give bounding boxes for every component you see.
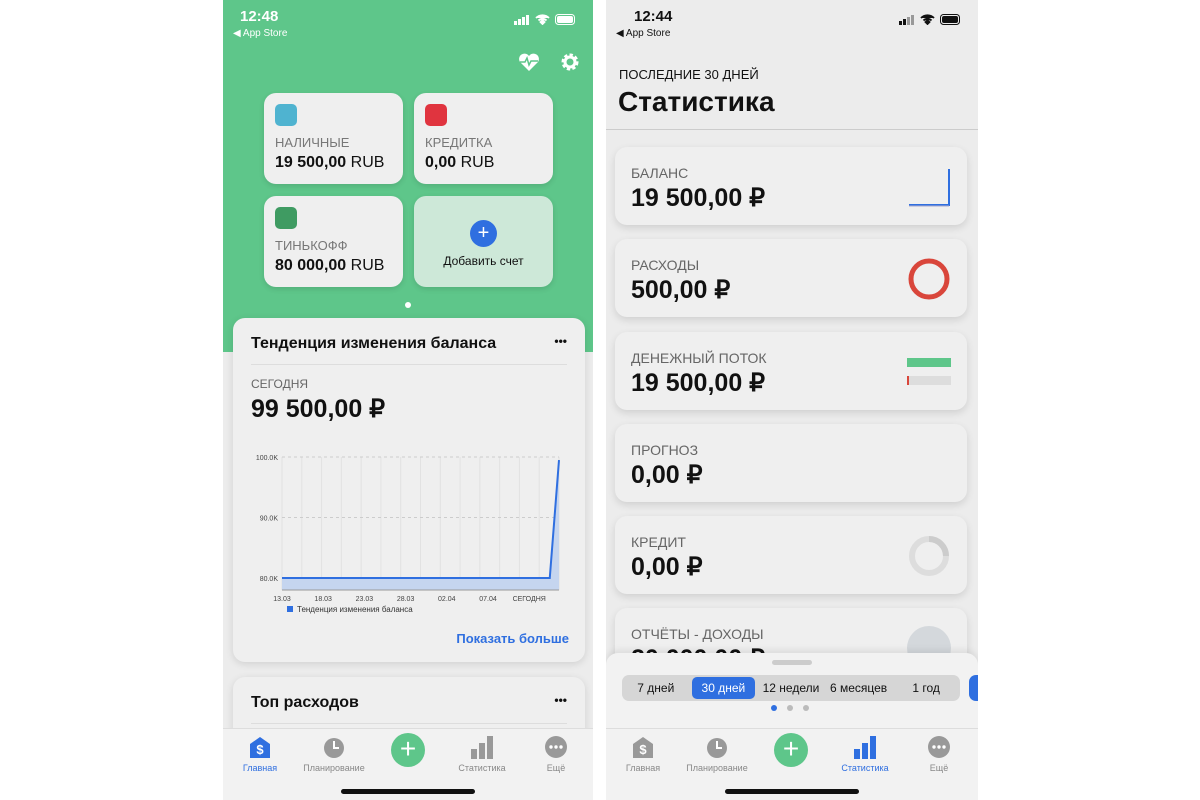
x-tick-label: 13.03 — [273, 596, 291, 603]
x-tick-label: 18.03 — [314, 596, 332, 603]
balance-trend-chart: 80.0K 90.0K 100.0K 13.03 18.03 23.03 28.03 02.0… — [256, 455, 560, 614]
account-balance: 80 000,00 RUB — [275, 257, 385, 274]
y-tick-label: 90.0K — [260, 516, 279, 523]
add-account-button[interactable]: + Добавить счет — [414, 196, 553, 287]
wallet-icon — [275, 207, 297, 229]
divider — [606, 129, 978, 130]
bar-chart-icon — [471, 736, 493, 759]
signal-icon — [899, 14, 914, 25]
home-screen: 12:48 ◀ App Store НАЛИЧНЫЕ 19 500,00 RUB… — [223, 0, 593, 800]
battery-icon — [555, 14, 575, 25]
stat-card-cashflow[interactable]: ДЕНЕЖНЫЙ ПОТОК 19 500,00 ₽ — [615, 332, 967, 410]
back-to-app-store[interactable]: ◀ App Store — [616, 28, 670, 39]
page-indicator[interactable] — [405, 302, 411, 308]
tab-planning[interactable]: Планирование — [297, 735, 371, 773]
x-tick-label: 02.04 — [438, 596, 456, 603]
y-tick-label: 80.0K — [260, 576, 279, 583]
x-tick-label: 23.03 — [356, 596, 374, 603]
more-circle-icon — [545, 736, 567, 758]
home-indicator — [725, 789, 859, 794]
status-time: 12:48 — [240, 8, 279, 25]
credit-card-icon — [425, 104, 447, 126]
status-icons — [899, 14, 962, 25]
period-sheet: 7 дней 30 дней 12 недели 6 месяцев 1 год — [606, 653, 978, 728]
balance-value: 99 500,00 ₽ — [251, 395, 386, 423]
svg-text:$: $ — [256, 742, 264, 757]
tab-statistics[interactable]: Статистика — [445, 735, 519, 773]
status-time: 12:44 — [634, 8, 673, 25]
page-dots[interactable] — [771, 705, 809, 711]
card-title: Тенденция изменения баланса — [251, 335, 497, 352]
home-dollar-icon: $ — [250, 737, 270, 758]
x-tick-label: 07.04 — [479, 596, 497, 603]
more-icon[interactable]: ••• — [554, 334, 567, 348]
add-account-label: Добавить счет — [443, 254, 524, 268]
account-name: КРЕДИТКА — [425, 135, 493, 150]
divider — [251, 723, 567, 724]
svg-text:$: $ — [639, 742, 647, 757]
stat-card-balance[interactable]: БАЛАНС 19 500,00 ₽ — [615, 147, 967, 225]
statistics-screen: 12:44 ◀ App Store ПОСЛЕДНИЕ 30 ДНЕЙ Стат… — [606, 0, 978, 800]
period-6-months[interactable]: 6 месяцев — [827, 677, 891, 699]
account-card-credit[interactable]: КРЕДИТКА 0,00 RUB — [414, 93, 553, 184]
coins-icon — [275, 104, 297, 126]
y-tick-label: 100.0K — [256, 455, 279, 462]
line-chart-icon — [909, 169, 950, 207]
back-to-app-store[interactable]: ◀ App Store — [233, 28, 287, 39]
period-label: СЕГОДНЯ — [251, 377, 309, 391]
period-subtitle: ПОСЛЕДНИЕ 30 ДНЕЙ — [619, 67, 759, 82]
clock-icon — [707, 738, 727, 758]
x-tick-label: 28.03 — [397, 596, 415, 603]
period-7-days[interactable]: 7 дней — [624, 677, 688, 699]
account-balance: 19 500,00 RUB — [275, 154, 385, 171]
pie-chart-icon — [909, 536, 949, 576]
x-tick-label: СЕГОДНЯ — [513, 596, 546, 603]
ring-chart-icon — [908, 258, 950, 300]
bar-chart-icon — [854, 736, 876, 759]
balance-trend-card: Тенденция изменения баланса ••• СЕГОДНЯ … — [233, 318, 585, 662]
heart-pulse-icon[interactable] — [518, 52, 540, 72]
tab-home[interactable]: $ Главная — [223, 735, 297, 773]
gear-icon[interactable] — [560, 52, 580, 72]
show-more-link[interactable]: Показать больше — [456, 631, 569, 646]
wifi-icon — [535, 14, 550, 25]
period-12-weeks[interactable]: 12 недели — [759, 677, 823, 699]
home-dollar-icon: $ — [633, 737, 653, 758]
home-indicator — [341, 789, 475, 794]
sheet-grabber[interactable] — [772, 660, 812, 665]
divider — [251, 364, 567, 365]
add-transaction-button[interactable]: + — [391, 733, 425, 767]
more-circle-icon — [928, 736, 950, 758]
account-name: ТИНЬКОФФ — [275, 238, 348, 253]
account-name: НАЛИЧНЫЕ — [275, 135, 350, 150]
signal-icon — [514, 14, 529, 25]
status-icons — [514, 14, 577, 25]
period-1-year[interactable]: 1 год — [894, 677, 958, 699]
legend-swatch — [287, 606, 293, 612]
stat-card-expenses[interactable]: РАСХОДЫ 500,00 ₽ — [615, 239, 967, 317]
period-30-days[interactable]: 30 дней — [691, 677, 756, 699]
period-segmented-control: 7 дней 30 дней 12 недели 6 месяцев 1 год — [622, 675, 960, 701]
tab-more[interactable]: Ещё — [519, 735, 593, 773]
stat-card-credit[interactable]: КРЕДИТ 0,00 ₽ — [615, 516, 967, 594]
add-transaction-button[interactable]: + — [774, 733, 808, 767]
wifi-icon — [920, 14, 935, 25]
account-card-cash[interactable]: НАЛИЧНЫЕ 19 500,00 RUB — [264, 93, 403, 184]
legend-label: Тенденция изменения баланса — [297, 605, 413, 614]
plus-icon: + — [470, 220, 497, 247]
page-title: Статистика — [618, 86, 775, 117]
tab-more[interactable]: Ещё — [902, 735, 976, 773]
clock-icon — [324, 738, 344, 758]
next-control[interactable] — [969, 675, 978, 701]
stat-card-forecast[interactable]: ПРОГНОЗ 0,00 ₽ — [615, 424, 967, 502]
account-balance: 0,00 RUB — [425, 154, 495, 171]
more-icon[interactable]: ••• — [554, 693, 567, 707]
tab-home[interactable]: $ Главная — [606, 735, 680, 773]
account-card-tinkoff[interactable]: ТИНЬКОФФ 80 000,00 RUB — [264, 196, 403, 287]
battery-icon — [940, 14, 960, 25]
bar-flow-icon — [907, 358, 951, 385]
card-title: Топ расходов — [251, 694, 359, 711]
tab-planning[interactable]: Планирование — [680, 735, 754, 773]
tab-statistics[interactable]: Статистика — [828, 735, 902, 773]
